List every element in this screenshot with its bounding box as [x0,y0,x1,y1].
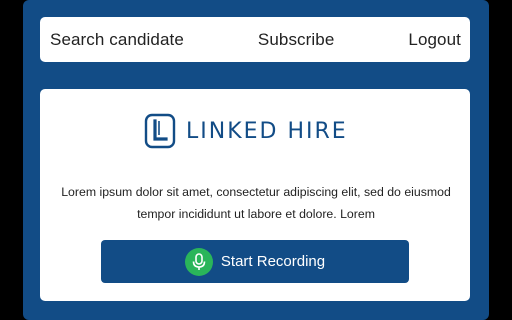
microphone-icon [192,252,206,270]
brand-name: LINKED HIRE [186,118,348,144]
subscribe-link[interactable]: Subscribe [258,30,335,50]
l-logo-icon [144,113,176,149]
top-navbar: Search candidate Subscribe Logout [40,17,470,62]
start-recording-label: Start Recording [220,253,326,270]
start-recording-button[interactable]: Start Recording [101,240,409,283]
intro-text: Lorem ipsum dolor sit amet, consectetur … [61,185,451,221]
search-candidate-link[interactable]: Search candidate [50,30,184,50]
mic-badge [184,247,213,276]
main-card: LINKED HIRE Lorem ipsum dolor sit amet, … [40,89,470,301]
logout-link[interactable]: Logout [408,30,461,50]
brand-logo: LINKED HIRE [144,113,348,149]
app-frame: Search candidate Subscribe Logout LINKED… [23,0,489,320]
